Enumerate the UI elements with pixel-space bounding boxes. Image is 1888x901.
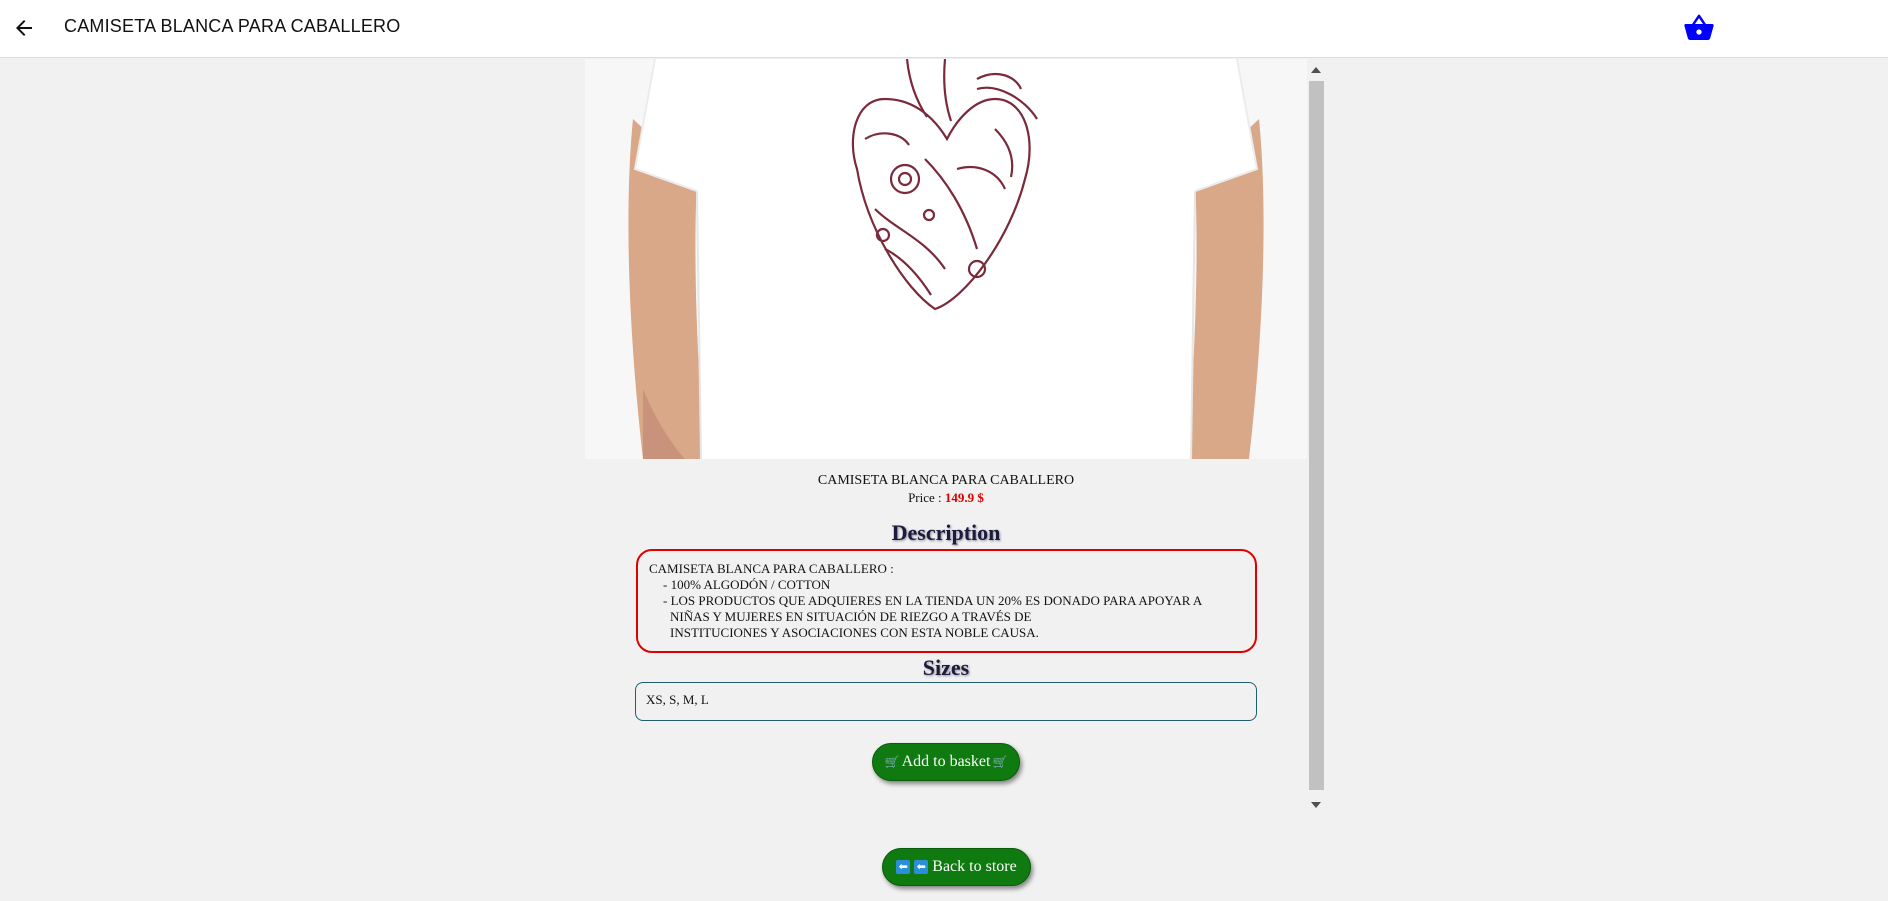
- description-line: NIÑAS Y MUJERES EN SITUACIÓN DE RIEZGO A…: [670, 609, 1032, 624]
- description-line: - LOS PRODUCTOS QUE ADQUIERES EN LA TIEN…: [663, 593, 1203, 608]
- left-arrow-emoji-icon: ⬅: [896, 860, 911, 874]
- product-detail-panel: CAMISETA BLANCA PARA CABALLERO Price : 1…: [585, 59, 1307, 814]
- cart-icon: 🛒: [992, 755, 1008, 769]
- scroll-down-arrow-icon[interactable]: [1311, 802, 1321, 808]
- sizes-heading: Sizes: [922, 655, 970, 680]
- price-value: 149.9 $: [944, 490, 984, 505]
- back-to-store-button[interactable]: ⬅ ⬅ Back to store: [882, 848, 1031, 886]
- shopping-basket-icon[interactable]: [1683, 12, 1715, 44]
- panel-scrollbar[interactable]: [1307, 59, 1326, 814]
- add-to-basket-label: Add to basket: [901, 753, 991, 770]
- add-to-basket-button[interactable]: 🛒 Add to basket 🛒: [872, 743, 1020, 781]
- description-line: CAMISETA BLANCA PARA CABALLERO :: [649, 561, 894, 576]
- price-line: Price : 149.9 $: [585, 490, 1307, 506]
- product-image: [585, 59, 1307, 459]
- description-box: CAMISETA BLANCA PARA CABALLERO : - 100% …: [636, 549, 1257, 653]
- page-title: CAMISETA BLANCA PARA CABALLERO: [64, 16, 401, 36]
- cart-icon: 🛒: [884, 755, 900, 769]
- description-heading: Description: [891, 520, 1001, 545]
- description-line: INSTITUCIONES Y ASOCIACIONES CON ESTA NO…: [670, 625, 1039, 640]
- scroll-up-arrow-icon[interactable]: [1311, 67, 1321, 73]
- sizes-field: XS, S, M, L: [635, 682, 1257, 721]
- product-name: CAMISETA BLANCA PARA CABALLERO: [817, 473, 1075, 488]
- description-line: - 100% ALGODÓN / COTTON: [663, 577, 831, 592]
- scrollbar-thumb[interactable]: [1309, 81, 1324, 790]
- price-label: Price :: [908, 490, 942, 505]
- app-bar: CAMISETA BLANCA PARA CABALLERO: [0, 0, 1888, 58]
- arrow-left-icon[interactable]: [12, 16, 36, 40]
- back-to-store-label: Back to store: [932, 858, 1017, 875]
- left-arrow-emoji-icon: ⬅: [914, 860, 929, 874]
